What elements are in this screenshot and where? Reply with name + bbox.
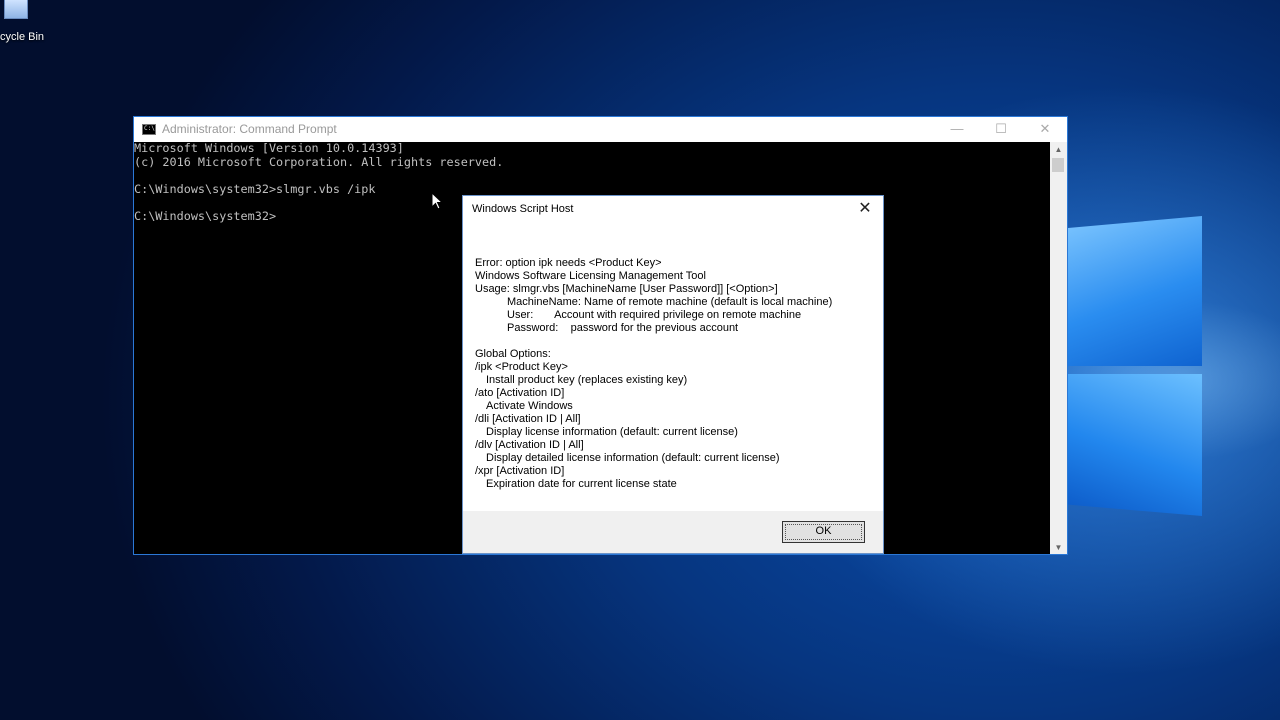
ok-button[interactable]: OK xyxy=(782,521,865,543)
dialog-message-line: Windows Software Licensing Management To… xyxy=(475,270,706,282)
dialog-message-line: Global Options: xyxy=(475,348,551,360)
cmd-window-title: Administrator: Command Prompt xyxy=(162,122,337,136)
dialog-close-icon[interactable]: ✕ xyxy=(853,198,877,220)
dialog-message-line: /dlv [Activation ID | All] xyxy=(475,439,584,451)
windows-logo-pane-bottom xyxy=(1068,374,1202,516)
mouse-cursor-icon xyxy=(431,192,443,210)
recycle-bin-icon xyxy=(4,0,28,19)
dialog-message-line: User: Account with required privilege on… xyxy=(507,309,802,321)
windows-logo-pane-top xyxy=(1068,216,1202,366)
dialog-message-line: Activate Windows xyxy=(486,400,573,412)
dialog-message-line: Display license information (default: cu… xyxy=(486,426,738,438)
scroll-down-icon[interactable]: ▼ xyxy=(1050,543,1067,552)
maximize-button[interactable]: ☐ xyxy=(979,117,1023,142)
dialog-message-line: /ato [Activation ID] xyxy=(475,387,565,399)
dialog-message-line: /xpr [Activation ID] xyxy=(475,465,565,477)
dialog-footer: OK xyxy=(463,511,883,553)
dialog-message-line: Password: password for the previous acco… xyxy=(507,322,739,334)
windows-script-host-dialog[interactable]: Windows Script Host ✕ Error: option ipk … xyxy=(462,195,884,554)
dialog-message-line: /dli [Activation ID | All] xyxy=(475,413,581,425)
console-line: (c) 2016 Microsoft Corporation. All righ… xyxy=(134,154,504,169)
dialog-message-line: MachineName: Name of remote machine (def… xyxy=(507,296,833,308)
cmd-titlebar[interactable]: Administrator: Command Prompt — ☐ ✕ xyxy=(134,117,1067,142)
dialog-message-line xyxy=(475,335,875,348)
cmd-app-icon[interactable] xyxy=(142,124,156,135)
dialog-message-line: Usage: slmgr.vbs [MachineName [User Pass… xyxy=(475,283,778,295)
dialog-message-line: Install product key (replaces existing k… xyxy=(486,374,688,386)
dialog-message-line: /ipk <Product Key> xyxy=(475,361,568,373)
console-scrollbar[interactable]: ▲ ▼ xyxy=(1050,142,1067,554)
close-button[interactable]: ✕ xyxy=(1023,117,1067,142)
dialog-message-line: Display detailed license information (de… xyxy=(486,452,780,464)
dialog-message-line: Expiration date for current license stat… xyxy=(486,478,677,490)
console-line: Microsoft Windows [Version 10.0.14393] xyxy=(134,141,404,155)
scroll-up-icon[interactable]: ▲ xyxy=(1050,145,1067,154)
dialog-message-line: Error: option ipk needs <Product Key> xyxy=(475,257,662,269)
minimize-button[interactable]: — xyxy=(935,117,979,142)
dialog-message: Error: option ipk needs <Product Key> Win… xyxy=(475,257,875,491)
scrollbar-thumb[interactable] xyxy=(1052,158,1064,172)
desktop-icon-label: cycle Bin xyxy=(0,31,45,43)
desktop-icon-recycle-bin[interactable]: cycle Bin xyxy=(0,0,60,50)
dialog-title: Windows Script Host xyxy=(472,203,574,215)
